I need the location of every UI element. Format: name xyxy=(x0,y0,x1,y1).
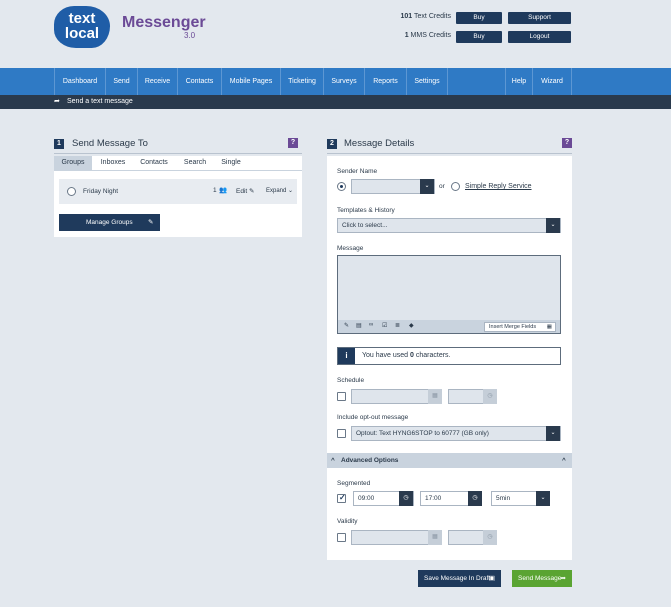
nav-reports[interactable]: Reports xyxy=(364,68,406,95)
chevron-up-icon: ^ xyxy=(562,457,566,464)
character-count: You have used 0 characters. xyxy=(362,352,451,359)
message-details-title: Message Details xyxy=(344,138,415,149)
message-label: Message xyxy=(337,245,364,252)
clock-icon[interactable]: ◷ xyxy=(483,530,497,545)
save-icon: ▣ xyxy=(488,575,495,582)
nav-ticketing[interactable]: Ticketing xyxy=(280,68,323,95)
calendar-icon[interactable]: ▦ xyxy=(428,389,442,404)
buy-mms-credits-button[interactable]: Buy xyxy=(456,31,502,43)
nav-help[interactable]: Help xyxy=(505,68,532,95)
sender-name-label: Sender Name xyxy=(337,168,378,175)
chevron-down-icon: ⌄ xyxy=(288,188,294,194)
link-icon[interactable]: ∞ xyxy=(369,322,373,328)
schedule-checkbox[interactable] xyxy=(337,392,346,401)
schedule-label: Schedule xyxy=(337,377,365,384)
app-name: Messenger xyxy=(122,14,206,31)
nav-dashboard[interactable]: Dashboard xyxy=(54,68,105,95)
tab-inboxes[interactable]: Inboxes xyxy=(94,156,132,170)
pencil-icon: ✎ xyxy=(148,219,154,226)
clock-icon[interactable]: ◷ xyxy=(483,389,497,404)
simple-reply-radio[interactable] xyxy=(451,182,460,191)
nav-mobile-pages[interactable]: Mobile Pages xyxy=(221,68,280,95)
nav-send[interactable]: Send xyxy=(105,68,137,95)
tab-divider xyxy=(54,170,302,171)
chevron-down-icon[interactable]: ⌄ xyxy=(536,491,550,506)
templates-label: Templates & History xyxy=(337,207,395,214)
templates-select[interactable]: Click to select... xyxy=(337,218,561,233)
insert-merge-fields-button[interactable]: Insert Merge Fields ▦ xyxy=(484,322,556,332)
optout-select[interactable]: Optout: Text HYNG6STOP to 60777 (GB only… xyxy=(351,426,561,441)
step-number: 1 xyxy=(54,139,64,149)
people-icon: 👥 xyxy=(219,187,228,194)
validity-label: Validity xyxy=(337,518,358,525)
advanced-options-toggle[interactable]: ^ Advanced Options ^ xyxy=(327,453,572,468)
tab-single[interactable]: Single xyxy=(212,156,250,170)
nav-contacts[interactable]: Contacts xyxy=(177,68,221,95)
or-label: or xyxy=(439,183,445,190)
expand-link[interactable]: Expand xyxy=(266,188,286,194)
segmented-label: Segmented xyxy=(337,480,371,487)
textlocal-logo[interactable]: text local xyxy=(54,6,110,48)
simple-reply-link[interactable]: Simple Reply Service xyxy=(465,183,532,190)
optout-label: Include opt-out message xyxy=(337,414,409,421)
text-credits: 101 Text Credits xyxy=(400,13,451,20)
help-icon[interactable]: ? xyxy=(562,138,572,148)
segmented-checkbox[interactable] xyxy=(337,493,346,503)
logout-button[interactable]: Logout xyxy=(508,31,571,43)
character-count-box: i You have used 0 characters. xyxy=(337,347,561,365)
share-arrow-icon: ➦ xyxy=(54,98,60,105)
merge-icon: ▦ xyxy=(546,324,552,330)
tag-icon[interactable]: ◆ xyxy=(409,322,414,329)
clock-icon[interactable]: ◷ xyxy=(399,491,413,506)
tag-icon[interactable]: ✎ xyxy=(344,322,349,329)
checkbox-icon[interactable]: ☑ xyxy=(382,322,387,329)
header: text local Messenger 3.0 101 Text Credit… xyxy=(0,0,671,68)
group-count: 1 xyxy=(213,187,217,194)
nav-surveys[interactable]: Surveys xyxy=(323,68,364,95)
tab-search[interactable]: Search xyxy=(176,156,214,170)
chevron-down-icon[interactable]: ⌄ xyxy=(546,426,560,441)
step-number: 2 xyxy=(327,139,337,149)
help-icon[interactable]: ? xyxy=(288,138,298,148)
divider xyxy=(54,153,302,154)
list-icon[interactable]: ≣ xyxy=(395,322,400,329)
chevron-down-icon[interactable]: ⌄ xyxy=(546,218,560,233)
recipient-tabs: Groups Inboxes Contacts Search Single xyxy=(54,156,302,170)
app-version: 3.0 xyxy=(184,31,196,40)
info-icon: i xyxy=(338,348,355,364)
group-name: Friday Night xyxy=(83,188,119,195)
chevron-up-icon: ^ xyxy=(331,457,335,464)
sender-name-radio[interactable] xyxy=(337,182,346,191)
nav-wizard[interactable]: Wizard xyxy=(532,68,572,95)
manage-groups-button[interactable]: Manage Groups ✎ xyxy=(59,214,160,231)
support-button[interactable]: Support xyxy=(508,12,571,24)
divider xyxy=(327,153,572,154)
document-icon[interactable]: ▤ xyxy=(356,322,362,329)
tab-groups[interactable]: Groups xyxy=(54,156,92,170)
buy-text-credits-button[interactable]: Buy xyxy=(456,12,502,24)
validity-checkbox[interactable] xyxy=(337,533,346,542)
nav-settings[interactable]: Settings xyxy=(406,68,448,95)
calendar-icon[interactable]: ▦ xyxy=(428,530,442,545)
send-message-button[interactable]: Send Message ➦ xyxy=(512,570,572,587)
main-nav: Dashboard Send Receive Contacts Mobile P… xyxy=(0,68,671,95)
edit-link[interactable]: Edit xyxy=(236,188,247,195)
list-item: Friday Night 1 👥 Edit ✎ Expand ⌄ xyxy=(59,179,297,204)
send-to-title: Send Message To xyxy=(72,138,148,149)
tab-contacts[interactable]: Contacts xyxy=(135,156,173,170)
mms-credits: 1 MMS Credits xyxy=(404,32,451,39)
save-draft-button[interactable]: Save Message In Drafts ▣ xyxy=(418,570,501,587)
optout-checkbox[interactable] xyxy=(337,429,346,438)
nav-receive[interactable]: Receive xyxy=(137,68,177,95)
share-arrow-icon: ➦ xyxy=(560,575,566,582)
breadcrumb: ➦ Send a text message xyxy=(0,95,671,109)
pencil-icon: ✎ xyxy=(249,188,255,195)
group-radio[interactable] xyxy=(67,187,76,196)
chevron-down-icon[interactable]: ⌄ xyxy=(420,179,434,194)
clock-icon[interactable]: ◷ xyxy=(468,491,482,506)
